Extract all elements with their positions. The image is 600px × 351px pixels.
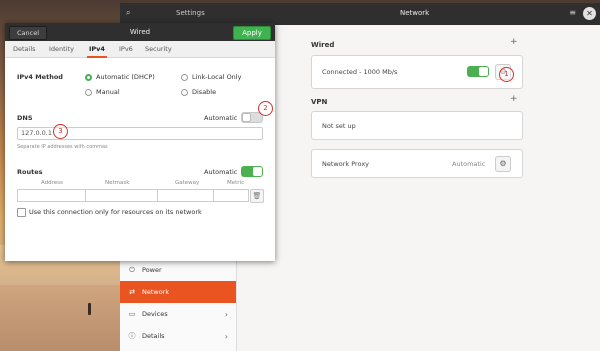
sidebar-item-devices[interactable]: ▭ Devices › xyxy=(120,303,236,325)
details-icon: ⓘ xyxy=(128,332,136,340)
settings-titlebar: ⌕ Settings Network ≡ ✕ xyxy=(120,3,600,25)
menu-icon[interactable]: ≡ xyxy=(569,8,576,17)
vpn-card: Not set up xyxy=(311,111,523,140)
gear-icon: ⚙ xyxy=(499,159,507,168)
routes-automatic-toggle[interactable] xyxy=(241,166,263,177)
devices-icon: ▭ xyxy=(128,310,136,318)
network-icon: ⇄ xyxy=(129,288,135,296)
routes-col-netmask: Netmask xyxy=(105,180,130,186)
route-netmask-input[interactable] xyxy=(86,190,159,201)
trash-icon[interactable]: 🗑 xyxy=(250,189,264,203)
radio-link-local-only[interactable]: Link-Local Only xyxy=(181,73,241,81)
radio-label: Manual xyxy=(96,88,120,96)
routes-row xyxy=(17,189,249,202)
radio-label: Disable xyxy=(192,88,217,96)
radio-manual[interactable]: Manual xyxy=(85,88,120,96)
sidebar-item-label: Details xyxy=(142,332,165,340)
wired-connection-card: Connected - 1000 Mb/s ⚙ xyxy=(311,55,523,89)
radio-label: Link-Local Only xyxy=(192,73,242,81)
radio-indicator xyxy=(181,88,188,96)
annotation-marker-1: 1 xyxy=(499,67,514,82)
radio-indicator xyxy=(181,73,188,81)
chevron-right-icon: › xyxy=(224,309,228,319)
only-resources-label: Use this connection only for resources o… xyxy=(29,208,202,216)
routes-col-gateway: Gateway xyxy=(175,180,200,186)
annotation-marker-3: 3 xyxy=(53,124,68,139)
tab-ipv6[interactable]: IPv6 xyxy=(119,45,133,53)
tab-details[interactable]: Details xyxy=(13,45,36,53)
proxy-settings-button[interactable]: ⚙ xyxy=(495,156,511,172)
sidebar-item-label: Power xyxy=(142,266,162,274)
radio-indicator xyxy=(85,88,92,96)
sidebar-item-label: Devices xyxy=(142,310,168,318)
sidebar-item-power[interactable]: ⏻ Power xyxy=(120,259,236,281)
routes-label: Routes xyxy=(17,168,43,176)
search-icon[interactable]: ⌕ xyxy=(126,8,130,18)
dialog-tabs: Details Identity IPv4 IPv6 Security xyxy=(5,41,275,58)
radio-indicator xyxy=(85,73,92,81)
tab-identity[interactable]: Identity xyxy=(49,45,74,53)
settings-title: Settings xyxy=(176,9,205,17)
dns-label: DNS xyxy=(17,114,33,122)
dialog-header: Cancel Wired Apply xyxy=(5,23,275,41)
network-proxy-label: Network Proxy xyxy=(322,160,370,168)
power-icon: ⏻ xyxy=(129,265,135,274)
add-wired-button[interactable]: + xyxy=(510,37,518,47)
network-panel: Wired + Connected - 1000 Mb/s ⚙ VPN + No… xyxy=(237,25,600,351)
network-proxy-card[interactable]: Network Proxy Automatic ⚙ xyxy=(311,149,523,178)
radio-automatic-dhcp[interactable]: Automatic (DHCP) xyxy=(85,73,155,81)
close-icon[interactable]: ✕ xyxy=(583,7,596,20)
annotation-marker-2: 2 xyxy=(258,101,273,116)
add-vpn-button[interactable]: + xyxy=(510,94,518,104)
route-address-input[interactable] xyxy=(18,190,87,201)
tab-ipv4[interactable]: IPv4 xyxy=(87,45,107,58)
wired-dialog: Cancel Wired Apply Details Identity IPv4… xyxy=(5,23,275,261)
chevron-right-icon: › xyxy=(224,331,228,341)
radio-disable[interactable]: Disable xyxy=(181,88,216,96)
person-silhouette xyxy=(88,303,91,315)
wired-status: Connected - 1000 Mb/s xyxy=(322,68,398,76)
route-gateway-input[interactable] xyxy=(158,190,215,201)
route-metric-input[interactable] xyxy=(214,190,248,201)
sidebar-item-label: Network xyxy=(142,288,170,296)
apply-button[interactable]: Apply xyxy=(233,26,271,40)
vpn-section-title: VPN xyxy=(311,98,328,106)
routes-col-metric: Metric xyxy=(227,180,245,186)
dns-hint: Separate IP addresses with commas xyxy=(17,144,108,150)
only-resources-checkbox[interactable] xyxy=(17,208,26,217)
routes-col-address: Address xyxy=(41,180,63,186)
routes-automatic-label: Automatic xyxy=(204,168,238,176)
dns-automatic-label: Automatic xyxy=(204,114,238,122)
wired-toggle[interactable] xyxy=(467,66,489,77)
sidebar-item-details[interactable]: ⓘ Details › xyxy=(120,325,236,347)
wired-section-title: Wired xyxy=(311,41,335,49)
network-title: Network xyxy=(400,9,430,17)
sidebar-item-network[interactable]: ⇄ Network xyxy=(120,281,236,303)
radio-label: Automatic (DHCP) xyxy=(96,73,155,81)
network-proxy-value: Automatic xyxy=(452,160,486,168)
tab-security[interactable]: Security xyxy=(145,45,172,53)
ipv4-method-label: IPv4 Method xyxy=(17,73,63,81)
vpn-status: Not set up xyxy=(322,122,356,130)
